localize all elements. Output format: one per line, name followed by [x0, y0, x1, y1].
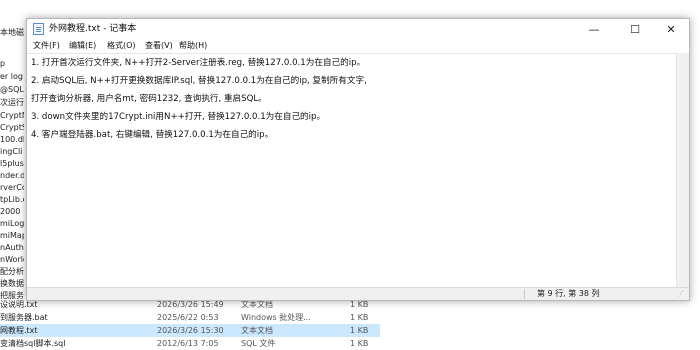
text-editor[interactable]: 1. 打开首次运行文件夹, N++打开2-Server注册表.reg, 替换12… [27, 53, 676, 288]
file-size: 1 KB [350, 339, 369, 348]
menu-bar: 文件(F) 编辑(E) 格式(O) 查看(V) 帮助(H) [27, 40, 689, 52]
file-size: 1 KB [350, 313, 369, 322]
window-title: 外网教程.txt - 记事本 [49, 24, 137, 34]
text-line: 2. 启动SQL后, N++打开更换数据库IP.sql, 替换127.0.0.1… [31, 76, 367, 86]
cursor-position: 第 9 行, 第 38 列 [537, 289, 600, 298]
status-divider [524, 289, 525, 299]
file-row[interactable]: 变清档sql脚本.sql 2012/6/13 7:05 SQL 文件 1 KB [0, 337, 380, 350]
nav-item[interactable]: tpLib.c [0, 194, 24, 206]
nav-item[interactable]: l5plus. [0, 158, 24, 170]
nav-item[interactable]: nder.d [0, 170, 24, 182]
text-line: 4. 客户端登陆器.bat, 右键编辑, 替换127.0.0.1为在自己的ip。 [31, 130, 274, 140]
explorer-nav-pane: 本地磁盘 p er log @SQLZ 次运行 CryptN CryptS 10… [0, 0, 24, 300]
nav-item[interactable]: 100.dll [0, 134, 24, 146]
vertical-scrollbar[interactable] [676, 53, 689, 287]
file-row-selected[interactable]: 网教程.txt 2026/3/26 15:30 文本文档 1 KB [0, 324, 380, 337]
file-name: 网教程.txt [0, 326, 38, 335]
nav-item[interactable]: ingCli [0, 146, 24, 158]
nav-item[interactable]: miMap [0, 230, 24, 242]
title-bar[interactable]: 外网教程.txt - 记事本 — ☐ ✕ [27, 19, 689, 40]
nav-item[interactable]: nWorld [0, 254, 24, 266]
file-date: 2012/6/13 7:05 [157, 339, 219, 348]
nav-item[interactable]: p [0, 58, 24, 70]
maximize-button[interactable]: ☐ [617, 19, 653, 40]
menu-file[interactable]: 文件(F) [33, 40, 60, 52]
nav-item[interactable]: 2000 [0, 206, 24, 218]
file-date: 2025/6/22 0:53 [157, 313, 219, 322]
file-name: 到服务器.bat [0, 313, 48, 322]
nav-item[interactable]: miLogi [0, 218, 24, 230]
nav-item[interactable]: 换数据库 [0, 278, 24, 290]
minimize-button[interactable]: — [576, 19, 612, 40]
resize-grip-icon[interactable]: ⋰ [677, 290, 687, 299]
file-type: Windows 批处理... [241, 313, 311, 322]
file-date: 2026/3/26 15:30 [157, 326, 224, 335]
file-type: SQL 文件 [241, 339, 276, 348]
notepad-window: 外网教程.txt - 记事本 — ☐ ✕ 文件(F) 编辑(E) 格式(O) 查… [26, 18, 690, 301]
text-line: 3. down文件夹里的17Crypt.ini用N++打开, 替换127.0.0… [31, 112, 326, 122]
file-row[interactable]: 到服务器.bat 2025/6/22 0:53 Windows 批处理... 1… [0, 311, 380, 324]
text-line: 打开查询分析器, 用户名mt, 密码1232, 查询执行, 重启SQL。 [31, 94, 267, 104]
menu-view[interactable]: 查看(V) [145, 40, 173, 52]
close-button[interactable]: ✕ [653, 19, 689, 40]
file-type: 文本文档 [241, 326, 273, 335]
explorer-file-list: 设说明.txt 2026/3/26 15:49 文本文档 1 KB 到服务器.b… [0, 298, 380, 350]
file-size: 1 KB [350, 326, 369, 335]
menu-edit[interactable]: 编辑(E) [69, 40, 96, 52]
nav-item[interactable]: 本地磁盘 [0, 27, 24, 39]
nav-item[interactable]: CryptS [0, 122, 24, 134]
notepad-icon [33, 23, 44, 35]
nav-item[interactable]: er log [0, 71, 24, 83]
file-name: 变清档sql脚本.sql [0, 339, 66, 348]
nav-item[interactable]: CryptN [0, 110, 24, 122]
nav-item[interactable]: rverCo [0, 182, 24, 194]
text-line: 1. 打开首次运行文件夹, N++打开2-Server注册表.reg, 替换12… [31, 58, 366, 68]
nav-item[interactable]: @SQLZ [0, 84, 24, 96]
nav-item[interactable]: 配分析器 [0, 266, 24, 278]
nav-item[interactable]: nAuthS [0, 242, 24, 254]
menu-format[interactable]: 格式(O) [107, 40, 136, 52]
nav-item[interactable]: 次运行 [0, 97, 24, 109]
status-bar: 第 9 行, 第 38 列 ⋰ [27, 287, 689, 300]
menu-help[interactable]: 帮助(H) [179, 40, 207, 52]
